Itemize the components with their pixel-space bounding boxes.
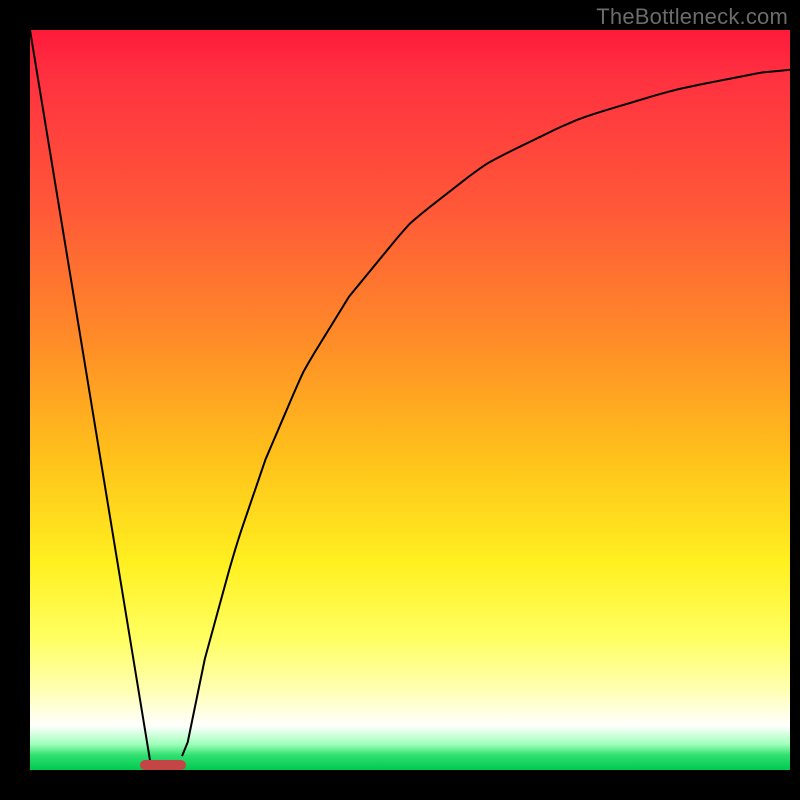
valley-marker: [140, 760, 186, 770]
watermark-text: TheBottleneck.com: [596, 4, 788, 30]
plot-area: [30, 30, 790, 770]
curve-layer: [30, 30, 790, 770]
right-branch-line: [182, 70, 790, 756]
left-branch-line: [30, 30, 152, 770]
chart-frame: TheBottleneck.com: [0, 0, 800, 800]
